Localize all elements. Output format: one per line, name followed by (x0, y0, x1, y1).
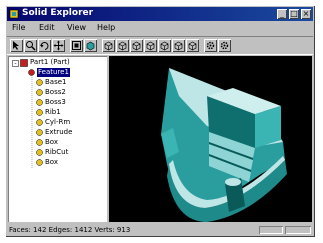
3d-viewport[interactable] (109, 56, 312, 222)
pan-icon (53, 40, 64, 51)
app-icon (9, 9, 19, 19)
menu-file[interactable]: File (12, 23, 25, 32)
status-bar: Faces: 142 Edges: 1412 Verts: 913 (7, 225, 313, 235)
iso-cube-icon (188, 41, 197, 51)
feature-icon (36, 129, 43, 136)
tree-item-label: Boss3 (45, 98, 66, 106)
menu-edit[interactable]: Edit (39, 23, 55, 32)
fit-icon (72, 41, 81, 50)
tree-item-label: Base1 (45, 78, 67, 86)
cube-icon (118, 41, 127, 51)
view-left-button[interactable] (144, 39, 157, 52)
rotate-icon (40, 42, 49, 50)
feature-icon (36, 159, 43, 166)
cube-icon (146, 41, 155, 51)
cube-icon (132, 41, 141, 51)
tree-item-label: RibCut (45, 148, 69, 156)
tree-item-label: Box (45, 158, 59, 166)
magnifier-icon (26, 41, 36, 51)
status-text: Faces: 142 Edges: 1412 Verts: 913 (9, 226, 131, 234)
view-iso-button[interactable] (186, 39, 199, 52)
rotate-button[interactable] (38, 39, 51, 52)
title-bar[interactable]: Solid Explorer _ □ × (7, 7, 313, 21)
tree-item-label: Cyl-Rm (45, 118, 71, 126)
view-top-button[interactable] (116, 39, 129, 52)
feature-icon (36, 139, 43, 146)
part-model (161, 68, 287, 222)
menu-help[interactable]: Help (97, 23, 115, 32)
view-back-button[interactable] (158, 39, 171, 52)
feature-icon (36, 119, 43, 126)
view-bottom-button[interactable] (172, 39, 185, 52)
app-window: Solid Explorer _ □ × File Edit View Help (5, 5, 315, 237)
menu-bar: File Edit View Help (7, 23, 313, 35)
settings-button[interactable] (218, 39, 231, 52)
status-cell (285, 226, 311, 234)
fit-view-button[interactable] (70, 39, 83, 52)
toolbar (7, 36, 313, 55)
view-right-button[interactable] (130, 39, 143, 52)
status-cell (259, 226, 283, 234)
cube-icon (104, 41, 113, 51)
zoom-button[interactable] (24, 39, 37, 52)
arrow-icon (13, 41, 19, 50)
tree-item-label: Rib1 (45, 108, 61, 116)
feature-icon (36, 149, 43, 156)
view-front-button[interactable] (102, 39, 115, 52)
gear-icon (206, 41, 215, 50)
gear-button[interactable] (204, 39, 217, 52)
shaded-view-button[interactable] (84, 39, 97, 52)
minimize-button[interactable]: _ (277, 9, 287, 19)
cube-icon (174, 41, 183, 51)
feature-tree[interactable]: - Part1 (Part) Feature1 Base1 Boss2 Boss3 R… (8, 56, 107, 222)
tree-item-label: Box (45, 138, 59, 146)
window-title: Solid Explorer (22, 8, 94, 18)
feature-icon (36, 109, 43, 116)
close-button[interactable]: × (301, 9, 311, 19)
feature-icon (36, 79, 43, 86)
select-tool-button[interactable] (10, 39, 23, 52)
feature-icon (36, 99, 43, 106)
maximize-button[interactable]: □ (289, 9, 299, 19)
feature-icon (36, 89, 43, 96)
shaded-cube-icon (86, 41, 95, 51)
gear-icon (220, 41, 229, 50)
tree-item-label: Boss2 (45, 88, 66, 96)
menu-view[interactable]: View (67, 23, 86, 32)
cube-icon (160, 41, 169, 51)
pan-button[interactable] (52, 39, 65, 52)
tree-item-label: Extrude (45, 128, 73, 136)
